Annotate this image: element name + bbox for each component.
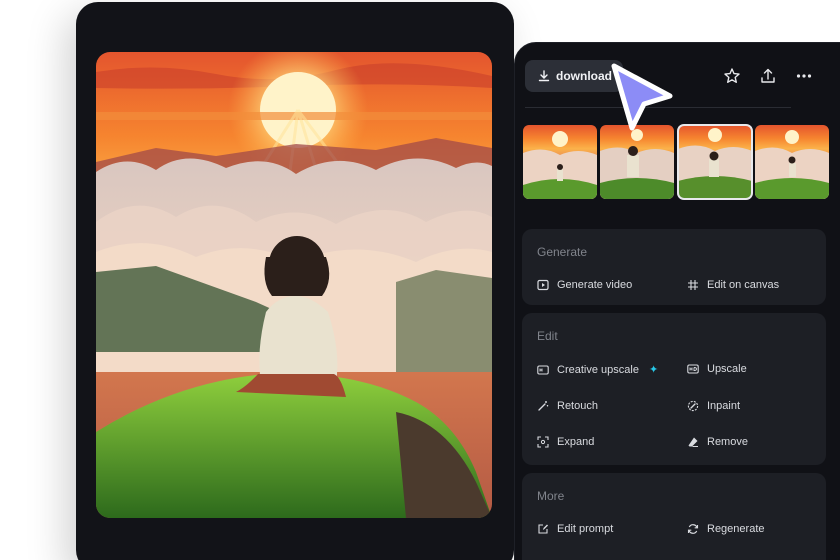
regenerate-button[interactable]: Regenerate (687, 523, 765, 535)
edit-section-title: Edit (537, 329, 558, 343)
more-icon[interactable] (795, 67, 813, 85)
edit-on-canvas-button[interactable]: Edit on canvas (687, 279, 779, 291)
generate-section: Generate Generate video Edit on canvas (522, 229, 826, 305)
generate-section-title: Generate (537, 245, 588, 259)
share-icon[interactable] (759, 67, 777, 85)
thumbnail-image (523, 125, 597, 199)
video-play-icon (537, 279, 549, 291)
thumbnail-variation-4[interactable] (755, 125, 829, 199)
edit-prompt-icon (538, 524, 548, 534)
download-icon (538, 70, 550, 82)
thumbnail-image (678, 125, 752, 199)
image-preview-card (76, 2, 514, 560)
inpaint-button[interactable]: Inpaint (687, 400, 740, 412)
more-section: More Edit prompt Regenerate (522, 473, 826, 560)
expand-label: Expand (557, 436, 595, 448)
variation-thumbnails (523, 124, 833, 200)
edit-prompt-label: Edit prompt (557, 523, 614, 535)
generated-image[interactable] (96, 52, 492, 518)
sunset-scene-illustration (96, 52, 492, 518)
creative-upscale-label: Creative upscale (557, 363, 639, 376)
hdr-icon (537, 364, 549, 375)
thumbnail-variation-3[interactable] (677, 124, 753, 200)
retouch-label: Retouch (557, 400, 598, 412)
thumbnail-variation-2[interactable] (600, 125, 674, 199)
expand-icon (537, 436, 549, 448)
edit-on-canvas-label: Edit on canvas (707, 279, 780, 291)
canvas-crop-icon (688, 280, 698, 290)
edit-section: Edit Creative upscale ✦ Upscale Retouch (522, 313, 826, 465)
regenerate-icon (687, 524, 699, 534)
creative-upscale-button[interactable]: Creative upscale ✦ (537, 363, 658, 376)
inpaint-label: Inpaint (707, 400, 741, 412)
thumbnail-image (755, 125, 829, 199)
remove-button[interactable]: Remove (687, 436, 748, 448)
eraser-icon (688, 437, 698, 447)
upscale-label: Upscale (707, 363, 747, 375)
edit-prompt-button[interactable]: Edit prompt (537, 523, 613, 535)
hd-icon (687, 364, 699, 374)
upscale-button[interactable]: Upscale (687, 363, 747, 375)
retouch-button[interactable]: Retouch (537, 400, 598, 412)
magic-wand-icon (538, 401, 549, 411)
expand-button[interactable]: Expand (537, 436, 594, 448)
inpaint-brush-icon (687, 400, 699, 412)
more-section-title: More (537, 489, 565, 503)
generate-video-button[interactable]: Generate video (537, 279, 632, 291)
remove-label: Remove (707, 436, 748, 448)
regenerate-label: Regenerate (707, 523, 765, 535)
star-icon[interactable] (723, 67, 741, 85)
thumbnail-variation-1[interactable] (523, 125, 597, 199)
thumbnail-image (600, 125, 674, 199)
sparkle-icon: ✦ (648, 364, 659, 376)
pointer-cursor-icon (611, 63, 673, 131)
generate-video-label: Generate video (557, 279, 633, 291)
